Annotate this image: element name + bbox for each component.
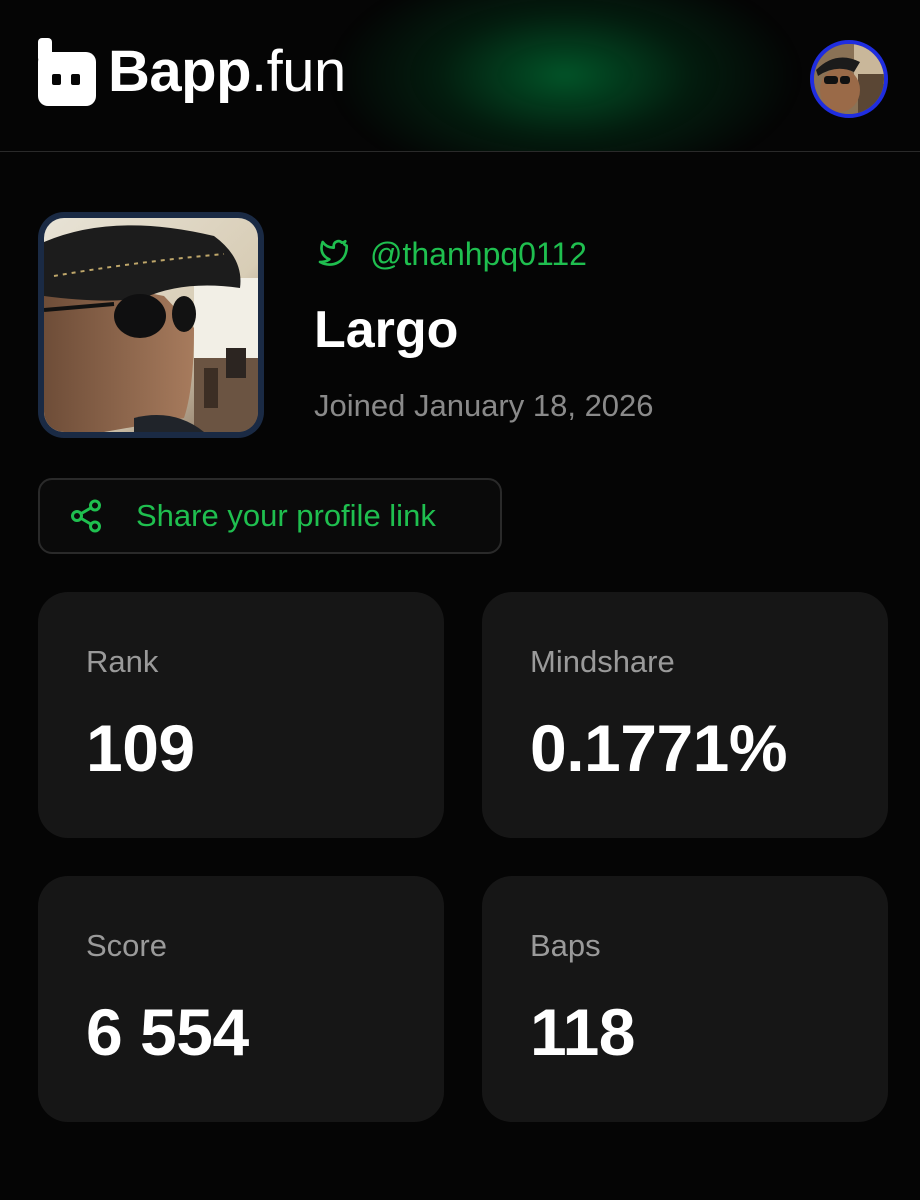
logo-brand: Bapp [108, 39, 252, 104]
rank-card: Rank 109 [38, 592, 444, 838]
profile-photo [38, 212, 264, 438]
logo-tld: .fun [251, 39, 346, 104]
baps-card: Baps 118 [482, 876, 888, 1122]
user-avatar[interactable] [810, 40, 888, 118]
rank-label: Rank [86, 644, 159, 679]
display-name: Largo [314, 301, 459, 359]
logo-wordmark: Bapp.fun [108, 38, 346, 106]
score-card: Score 6 554 [38, 876, 444, 1122]
share-icon [68, 498, 104, 534]
twitter-handle-row[interactable]: @thanhpq0112 [314, 236, 587, 273]
mindshare-label: Mindshare [530, 644, 675, 679]
baps-value: 118 [530, 995, 635, 1069]
rank-value: 109 [86, 711, 195, 785]
joined-date: Joined January 18, 2026 [314, 388, 654, 423]
header-divider [0, 151, 920, 152]
share-profile-button[interactable]: Share your profile link [38, 478, 502, 554]
twitter-handle[interactable]: @thanhpq0112 [370, 236, 587, 273]
baps-label: Baps [530, 928, 601, 963]
bapp-logo-icon [38, 38, 96, 106]
mindshare-card: Mindshare 0.1771% [482, 592, 888, 838]
score-value: 6 554 [86, 995, 249, 1069]
mindshare-value: 0.1771% [530, 711, 788, 785]
score-label: Score [86, 928, 167, 963]
profile-page: Bapp.fun @thanhpq0112 Largo Joined Janua… [0, 0, 920, 1200]
top-bar: Bapp.fun [0, 0, 920, 152]
bapp-logo[interactable]: Bapp.fun [38, 38, 346, 106]
share-profile-label: Share your profile link [136, 498, 436, 533]
header-glow [330, 0, 800, 152]
twitter-bird-icon [314, 236, 350, 273]
